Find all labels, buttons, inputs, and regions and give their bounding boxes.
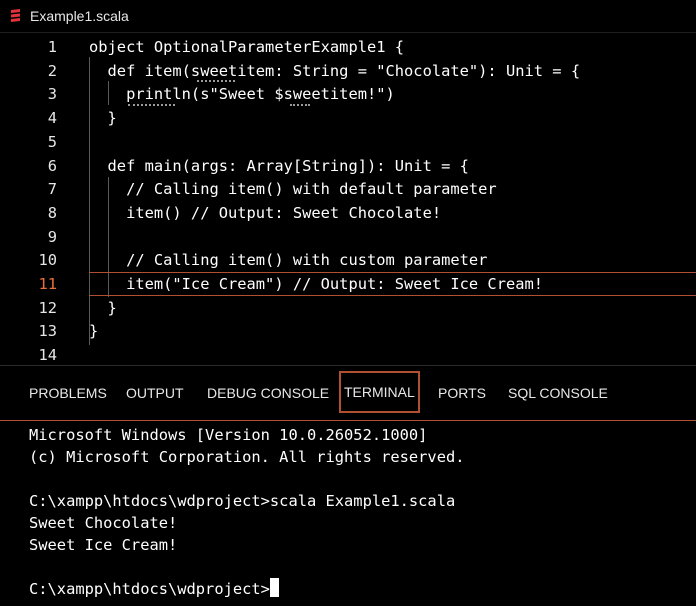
terminal-line: Sweet Ice Cream!: [29, 534, 177, 556]
code-line[interactable]: 5: [0, 130, 696, 154]
code-text: }: [89, 109, 117, 128]
code-text: // Calling item() with custom parameter: [89, 251, 488, 270]
line-number: 8: [47, 203, 57, 222]
code-line[interactable]: 4 }: [0, 106, 696, 130]
terminal-line: (c) Microsoft Corporation. All rights re…: [29, 446, 465, 468]
code-editor[interactable]: 1 object OptionalParameterExample1 { 2 def…: [0, 33, 696, 365]
code-line[interactable]: 13}: [0, 319, 696, 343]
line-number: 10: [38, 251, 57, 270]
code-text: def main(args: Array[String]): Unit = {: [89, 156, 469, 175]
line-number: 3: [47, 85, 57, 104]
hint-underline: [197, 78, 235, 82]
code-line[interactable]: 14: [0, 343, 696, 367]
terminal-text: (c) Microsoft Corporation. All rights re…: [29, 448, 465, 466]
code-line[interactable]: 7 // Calling item() with default paramet…: [0, 177, 696, 201]
line-number: 2: [47, 61, 57, 80]
code-text: // Calling item() with default parameter: [89, 180, 497, 199]
line-number: 6: [47, 156, 57, 175]
line-number: 9: [47, 227, 57, 246]
line-number: 14: [38, 346, 57, 365]
code-line[interactable]: 8 item() // Output: Sweet Chocolate!: [0, 201, 696, 225]
terminal-text: Sweet Ice Cream!: [29, 536, 178, 554]
tab-filename: Example1.scala: [30, 8, 129, 24]
scala-file-icon: [11, 9, 20, 22]
panel-tab-bar: PROBLEMS OUTPUT DEBUG CONSOLE TERMINAL PORTS…: [0, 365, 696, 421]
terminal-text: Microsoft Windows [Version 10.0.26052.10…: [29, 426, 428, 444]
line-number: 7: [47, 180, 57, 199]
terminal-line: C:\xampp\htdocs\wdproject>scala Example1…: [29, 490, 455, 512]
code-text: object OptionalParameterExample1 {: [89, 38, 405, 56]
code-line[interactable]: 11 item("Ice Cream") // Output: Sweet Ic…: [0, 272, 696, 296]
code-text: def item(sweetitem: String = "Chocolate"…: [89, 61, 581, 80]
editor-tab-bar: Example1.scala: [0, 0, 696, 33]
tab-example1-scala[interactable]: Example1.scala: [0, 0, 168, 32]
code-line[interactable]: 12 }: [0, 296, 696, 320]
line-number: 12: [38, 298, 57, 317]
terminal-text: Sweet Chocolate!: [29, 514, 178, 532]
hint-underline: [290, 102, 310, 106]
code-line[interactable]: 9: [0, 225, 696, 249]
line-number: 11: [38, 275, 57, 293]
code-line[interactable]: 1 object OptionalParameterExample1 {: [0, 35, 696, 59]
tab-debug-console[interactable]: DEBUG CONSOLE: [207, 382, 329, 404]
code-line[interactable]: 2 def item(sweetitem: String = "Chocolat…: [0, 59, 696, 83]
code-text: item("Ice Cream") // Output: Sweet Ice C…: [89, 275, 544, 293]
code-line[interactable]: 10 // Calling item() with custom paramet…: [0, 248, 696, 272]
code-text: }: [89, 322, 99, 341]
terminal-cursor: [269, 578, 279, 597]
terminal-prompt: C:\xampp\htdocs\wdproject>: [29, 578, 279, 600]
terminal-line: Sweet Chocolate!: [29, 512, 177, 534]
code-text: item() // Output: Sweet Chocolate!: [89, 203, 442, 222]
tab-output[interactable]: OUTPUT: [126, 382, 184, 404]
terminal-panel[interactable]: Microsoft Windows [Version 10.0.26052.10…: [0, 421, 696, 606]
terminal-text: C:\xampp\htdocs\wdproject>: [29, 580, 270, 598]
code-line[interactable]: 6 def main(args: Array[String]): Unit = …: [0, 154, 696, 178]
code-line[interactable]: 3 println(s"Sweet $sweetitem!"): [0, 82, 696, 106]
line-number: 1: [47, 38, 57, 56]
tab-terminal[interactable]: TERMINAL: [339, 371, 420, 413]
line-number: 5: [47, 132, 57, 151]
line-number: 13: [38, 322, 57, 341]
tab-ports[interactable]: PORTS: [438, 382, 486, 404]
code-text: }: [89, 298, 117, 317]
line-number: 4: [47, 109, 57, 128]
terminal-text: C:\xampp\htdocs\wdproject>scala Example1…: [29, 492, 456, 510]
terminal-line: Microsoft Windows [Version 10.0.26052.10…: [29, 424, 427, 446]
tab-sql-console[interactable]: SQL CONSOLE: [508, 382, 608, 404]
hint-underline: [128, 102, 175, 106]
tab-problems[interactable]: PROBLEMS: [29, 382, 107, 404]
